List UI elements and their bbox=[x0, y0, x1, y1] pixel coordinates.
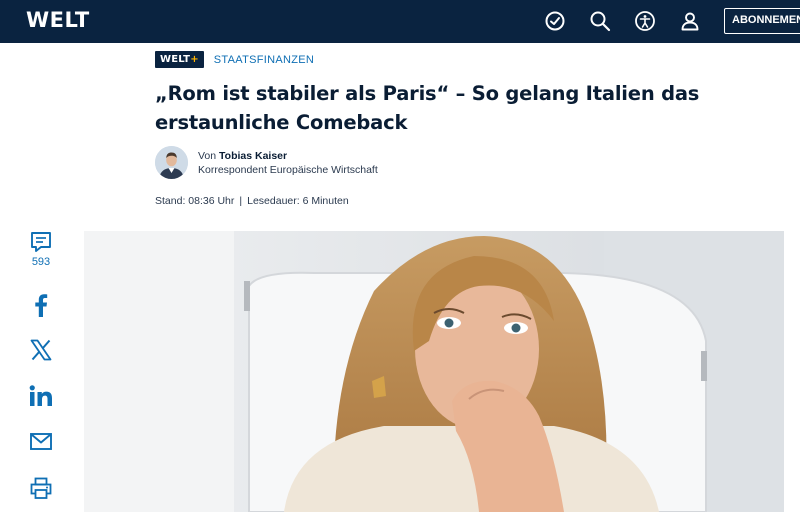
share-linkedin-button[interactable] bbox=[18, 384, 64, 408]
article-read-time: Lesedauer: 6 Minuten bbox=[247, 195, 349, 207]
meta-separator: | bbox=[239, 195, 243, 207]
author-text: Von Tobias Kaiser Korrespondent Europäis… bbox=[198, 149, 378, 177]
share-mail-button[interactable] bbox=[18, 430, 64, 452]
accessibility-icon[interactable] bbox=[633, 9, 657, 33]
welt-plus-badge-text: WELT bbox=[160, 54, 191, 65]
author-name[interactable]: Tobias Kaiser bbox=[219, 150, 287, 162]
facebook-icon bbox=[35, 294, 48, 317]
site-header: WELT ABONNEMENT bbox=[0, 0, 800, 43]
article-kicker[interactable]: STAATSFINANZEN bbox=[214, 54, 314, 66]
linkedin-icon bbox=[29, 385, 52, 406]
author-block: Von Tobias Kaiser Korrespondent Europäis… bbox=[155, 146, 378, 179]
article-meta: Stand: 08:36 Uhr | Lesedauer: 6 Minuten bbox=[155, 195, 349, 207]
author-avatar[interactable] bbox=[155, 146, 188, 179]
author-line: Von Tobias Kaiser bbox=[198, 149, 378, 163]
mail-icon bbox=[30, 433, 52, 450]
author-prefix: Von bbox=[198, 149, 217, 162]
article-timestamp: Stand: 08:36 Uhr bbox=[155, 195, 235, 207]
welt-plus-badge: WELT+ bbox=[155, 51, 204, 68]
search-icon[interactable] bbox=[588, 9, 612, 33]
subscribe-button[interactable]: ABONNEMENT bbox=[724, 8, 800, 34]
comment-icon bbox=[31, 232, 51, 252]
user-icon[interactable] bbox=[678, 9, 702, 33]
article-hero-image[interactable] bbox=[84, 231, 784, 512]
comment-count: 593 bbox=[31, 256, 51, 268]
author-role: Korrespondent Europäische Wirtschaft bbox=[198, 163, 378, 176]
print-icon bbox=[30, 477, 52, 499]
share-x-button[interactable] bbox=[18, 338, 64, 362]
comments-button[interactable]: 593 bbox=[18, 230, 64, 268]
welt-plus-sign: + bbox=[190, 54, 199, 65]
article-kicker-row: WELT+ STAATSFINANZEN bbox=[155, 51, 314, 68]
share-facebook-button[interactable] bbox=[18, 292, 64, 318]
x-icon bbox=[30, 339, 52, 361]
welt-logo[interactable]: WELT bbox=[26, 8, 90, 32]
print-button[interactable] bbox=[18, 476, 64, 500]
history-icon[interactable] bbox=[543, 9, 567, 33]
article-headline: „Rom ist stabiler als Paris“ – So gelang… bbox=[155, 82, 700, 134]
